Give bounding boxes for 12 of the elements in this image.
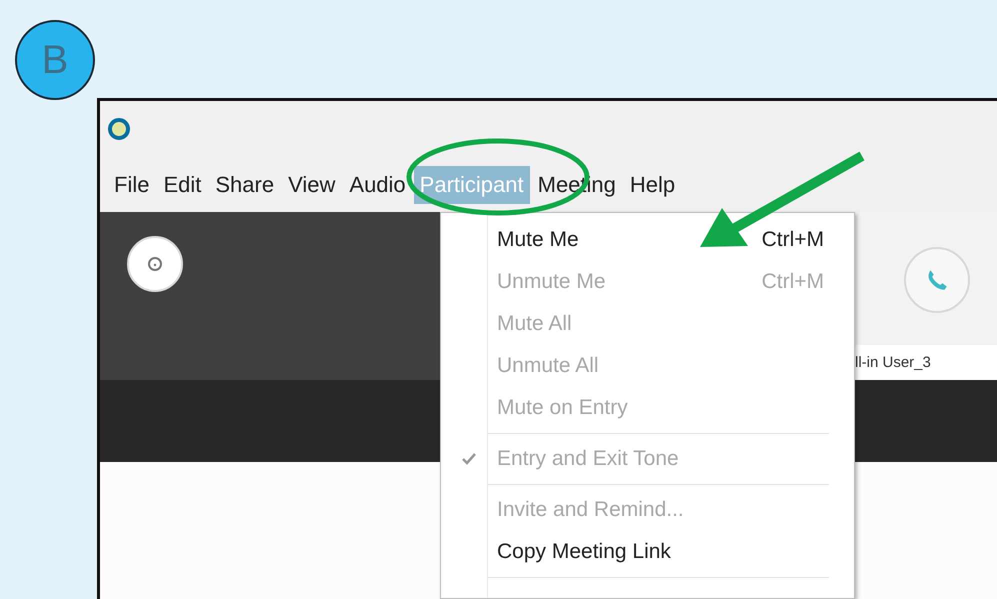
section-badge: B (15, 20, 95, 100)
menu-bar-item[interactable]: Help (624, 166, 682, 204)
menu-bar-item[interactable]: Edit (157, 166, 208, 204)
menu-item[interactable]: Copy Meeting Link (441, 531, 854, 573)
participant-name: ll-in User_3 (855, 354, 931, 371)
info-icon (147, 256, 163, 272)
menu-item[interactable]: Mute Me Ctrl+M (441, 219, 854, 261)
menu-bar-item[interactable]: Audio (343, 166, 412, 204)
app-logo-icon (108, 118, 130, 140)
menu-bar-item[interactable]: Share (209, 166, 280, 204)
menu-bar-item[interactable]: File (108, 166, 156, 204)
menu-bar-item[interactable]: View (282, 166, 342, 204)
